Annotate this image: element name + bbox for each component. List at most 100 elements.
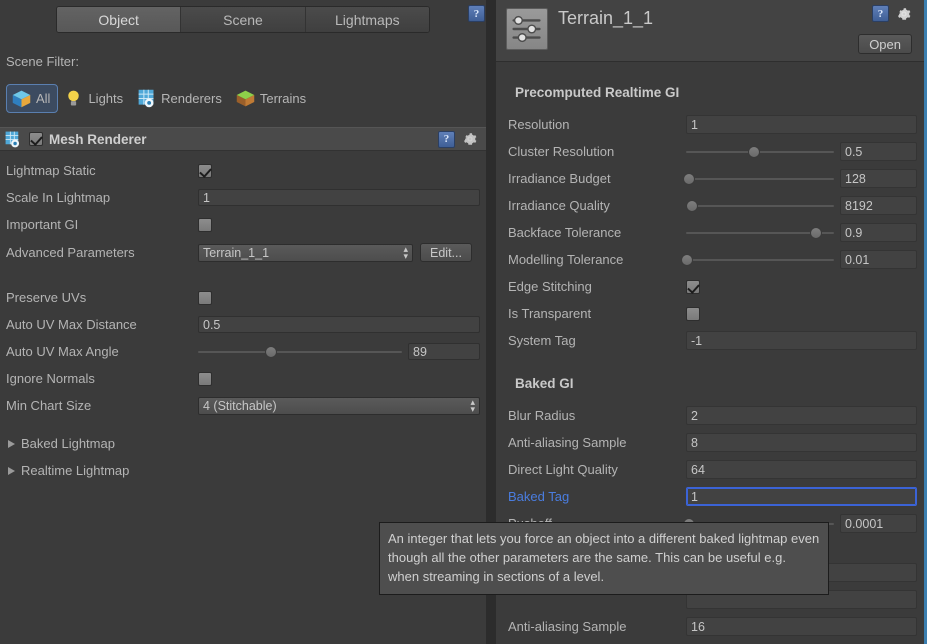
lightmap-static-checkbox[interactable] [198,163,212,178]
irradiance-quality-slider[interactable] [685,199,834,213]
slider-knob[interactable] [685,199,698,212]
row-label: Irradiance Budget [508,171,611,186]
property-label: Advanced Parameters [6,245,135,260]
filter-button-terrains[interactable]: Terrains [230,84,314,113]
filter-label-lights: Lights [88,90,124,106]
tab-lightmaps[interactable]: Lightmaps [305,7,429,32]
slider-knob[interactable] [681,253,694,266]
preserve-uvs-checkbox[interactable] [198,290,212,305]
property-row-auto-uv-max-distance: Auto UV Max Distance 0.5 [0,312,480,337]
edge-stitching-checkbox[interactable] [686,279,700,294]
tab-lightmaps-label: Lightmaps [335,11,400,28]
property-label: Lightmap Static [6,163,96,178]
direct-light-quality-input[interactable]: 64 [686,460,917,479]
tab-scene-label: Scene [223,11,263,28]
gear-icon[interactable] [462,131,478,147]
property-label: Auto UV Max Distance [6,317,137,332]
pushoff-input[interactable]: 0.0001 [840,514,917,533]
filter-label-terrains: Terrains [259,90,307,106]
backface-tolerance-input[interactable]: 0.9 [840,223,917,242]
slider-track [686,204,834,207]
chevron-updown-icon: ▴ ▾ [403,243,408,261]
chevron-right-icon [8,466,15,475]
gear-icon[interactable] [896,6,912,22]
auto-uv-max-angle-slider[interactable] [198,345,402,359]
property-row-min-chart-size: Min Chart Size 4 (Stitchable) ▴ ▾ [0,393,480,418]
auto-uv-max-distance-input[interactable]: 0.5 [198,316,480,333]
irradiance-budget-slider[interactable] [682,172,834,186]
help-icon[interactable]: ? [468,5,485,22]
row-label: Direct Light Quality [508,462,618,477]
asset-header-icons: ? [872,5,912,22]
row-irradiance-quality: Irradiance Quality 8192 [508,193,917,218]
row-label: Modelling Tolerance [508,252,624,267]
scene-filter-label: Scene Filter: [6,54,79,69]
slider-knob[interactable] [810,226,823,239]
tab-object-label: Object [98,11,139,28]
asset-header: Terrain_1_1 ? Open [496,0,924,62]
scale-in-lightmap-input[interactable]: 1 [198,189,480,206]
row-modelling-tolerance: Modelling Tolerance 0.01 [508,247,917,272]
slider-knob[interactable] [748,145,761,158]
tab-scene[interactable]: Scene [181,7,306,32]
tab-object[interactable]: Object [57,7,182,32]
min-chart-size-dropdown[interactable]: 4 (Stitchable) ▴ ▾ [198,396,480,415]
open-button[interactable]: Open [858,34,912,54]
cluster-resolution-input[interactable]: 0.5 [840,142,917,161]
is-transparent-checkbox[interactable] [686,306,700,321]
filter-button-renderers[interactable]: Renderers [131,84,230,113]
advanced-parameters-dropdown[interactable]: Terrain_1_1 ▴ ▾ [198,243,413,262]
component-title: Mesh Renderer [49,131,147,147]
cluster-resolution-slider[interactable] [686,145,834,159]
help-icon[interactable]: ? [872,5,889,22]
foldout-realtime-lightmap[interactable]: Realtime Lightmap [8,463,129,478]
property-row-important-gi: Important GI [0,212,480,237]
irradiance-quality-input[interactable]: 8192 [840,196,917,215]
backface-tolerance-slider[interactable] [686,226,834,240]
component-header-icons: ? [438,130,478,148]
row-label: Cluster Resolution [508,144,615,159]
filter-button-all[interactable]: All [6,83,59,113]
foldout-label: Baked Lightmap [21,436,115,451]
anti-aliasing-sample-2-input[interactable]: 16 [686,617,917,636]
row-anti-aliasing-sample-2: Anti-aliasing Sample 16 [508,614,917,639]
sliders-icon [512,15,541,43]
scene-filter-buttons: All Lights Renderers Terrains [6,82,314,114]
row-blur-radius: Blur Radius 2 [508,403,917,428]
tooltip: An integer that lets you force an object… [379,522,829,595]
help-icon[interactable]: ? [438,130,455,148]
row-direct-light-quality: Direct Light Quality 64 [508,457,917,482]
edit-button[interactable]: Edit... [420,243,472,262]
row-irradiance-budget: Irradiance Budget 128 [508,166,917,191]
slider-track [686,177,834,180]
anti-aliasing-sample-input[interactable]: 8 [686,433,917,452]
row-label: Irradiance Quality [508,198,610,213]
row-system-tag: System Tag -1 [508,328,917,353]
row-resolution: Resolution 1 [508,112,917,137]
ignore-normals-checkbox[interactable] [198,371,212,386]
asset-name: Terrain_1_1 [558,8,654,28]
terrain-icon [236,90,255,106]
section-title-baked-gi: Baked GI [515,376,574,391]
modelling-tolerance-slider[interactable] [681,253,834,267]
slider-knob[interactable] [265,345,278,358]
filter-button-lights[interactable]: Lights [58,84,131,113]
important-gi-checkbox[interactable] [198,217,212,232]
system-tag-input[interactable]: -1 [686,331,917,350]
resolution-input[interactable]: 1 [686,115,917,134]
foldout-baked-lightmap[interactable]: Baked Lightmap [8,436,115,451]
slider-track [686,258,834,261]
irradiance-budget-input[interactable]: 128 [840,169,917,188]
blur-radius-input[interactable]: 2 [686,406,917,425]
slider-knob[interactable] [682,172,695,185]
component-enabled-checkbox[interactable] [29,132,43,146]
component-header-mesh-renderer: Mesh Renderer ? [0,127,486,151]
auto-uv-max-angle-input[interactable]: 89 [408,343,480,360]
baked-tag-input[interactable]: 1 [686,487,917,506]
property-row-preserve-uvs: Preserve UVs [0,285,480,310]
cube-icon [12,90,31,107]
property-label: Auto UV Max Angle [6,344,119,359]
modelling-tolerance-input[interactable]: 0.01 [840,250,917,269]
row-label: Resolution [508,117,570,132]
property-label: Scale In Lightmap [6,190,111,205]
